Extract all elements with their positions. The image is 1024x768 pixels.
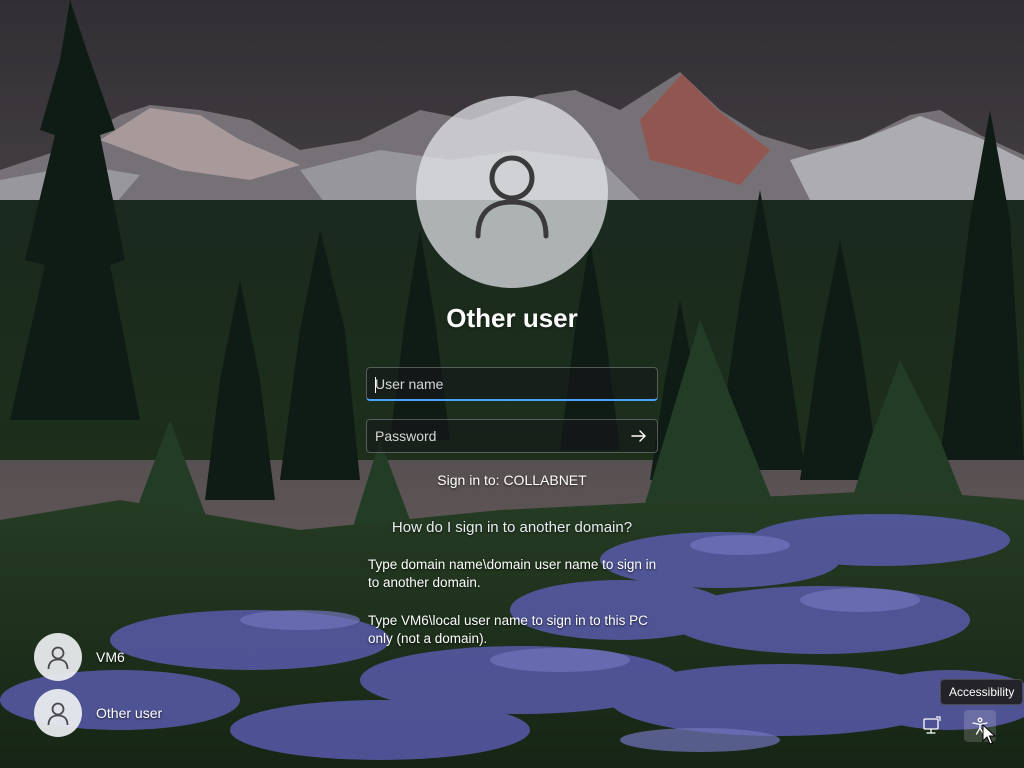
user-list-item-label: VM6 [96, 649, 125, 665]
person-icon [47, 646, 69, 670]
person-icon [475, 155, 549, 239]
mouse-cursor-icon [982, 724, 997, 745]
help-text-local: Type VM6\local user name to sign in to t… [368, 613, 648, 646]
user-list-item-vm6[interactable]: VM6 [34, 632, 234, 682]
submit-button[interactable] [627, 425, 651, 447]
password-input[interactable] [367, 420, 657, 452]
selected-user-name: Other user [446, 303, 578, 333]
arrow-right-icon [631, 430, 646, 442]
person-icon [47, 702, 69, 726]
other-domain-help-link[interactable]: How do I sign in to another domain? [312, 519, 712, 536]
password-field-container [366, 419, 658, 453]
accessibility-tooltip: Accessibility [940, 679, 1024, 705]
text-caret [375, 377, 376, 393]
username-field-container [366, 367, 658, 401]
username-input[interactable] [367, 368, 657, 399]
user-list-item-other-user[interactable]: Other user [34, 688, 234, 738]
sign-in-domain-label: Sign in to: COLLABNET [437, 472, 587, 488]
network-button[interactable] [916, 710, 948, 742]
help-text-domain: Type domain name\domain user name to sig… [368, 557, 657, 590]
user-avatar [34, 633, 82, 681]
network-icon [923, 716, 941, 734]
user-avatar [34, 689, 82, 737]
user-list-item-label: Other user [96, 705, 163, 721]
selected-user-avatar [416, 96, 608, 288]
